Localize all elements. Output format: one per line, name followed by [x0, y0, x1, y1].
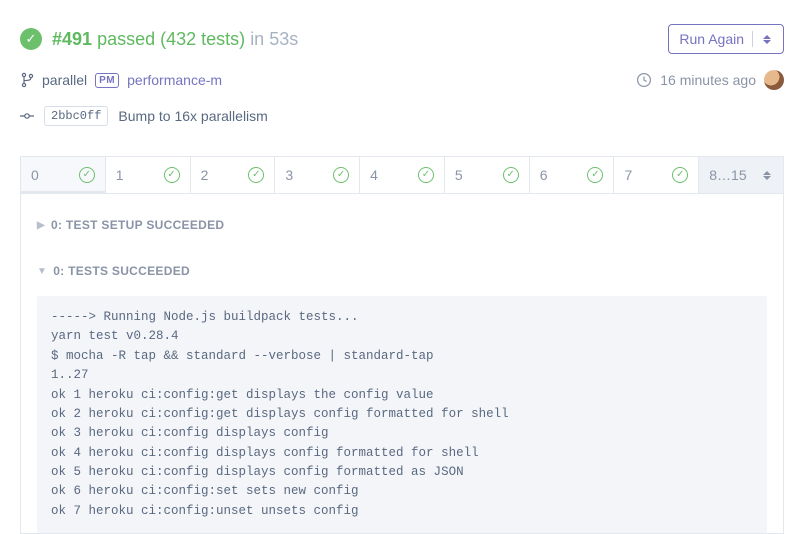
clock-icon	[636, 72, 652, 88]
check-icon: ✓	[164, 167, 180, 183]
build-header: ✓ #491 passed (432 tests) in 53s Run Aga…	[0, 0, 804, 64]
avatar[interactable]	[764, 70, 784, 90]
relative-time: 16 minutes ago	[660, 72, 756, 88]
build-title-group: ✓ #491 passed (432 tests) in 53s	[20, 28, 298, 50]
check-icon: ✓	[503, 167, 519, 183]
branch-name[interactable]: parallel	[42, 72, 87, 88]
run-again-label: Run Again	[679, 31, 744, 47]
node-tabs: 0 ✓ 1 ✓ 2 ✓ 3 ✓ 4 ✓ 5 ✓ 6 ✓ 7 ✓ 8…15	[20, 156, 784, 193]
commit-row: 2bbc0ff Bump to 16x parallelism	[0, 100, 804, 140]
build-in-word: in	[250, 29, 264, 49]
test-log: -----> Running Node.js buildpack tests..…	[37, 296, 767, 533]
check-icon: ✓	[248, 167, 264, 183]
check-icon: ✓	[418, 167, 434, 183]
branch-pipeline-group: parallel PM performance-m	[20, 72, 222, 88]
tab-label: 0	[31, 167, 39, 183]
run-again-button[interactable]: Run Again	[668, 24, 784, 54]
tab-node-0[interactable]: 0 ✓	[21, 157, 106, 193]
pipeline-badge: PM	[95, 73, 119, 88]
button-divider	[752, 31, 753, 47]
tab-node-7[interactable]: 7 ✓	[614, 157, 699, 193]
tab-label: 6	[540, 167, 548, 183]
build-title: #491 passed (432 tests) in 53s	[52, 29, 298, 50]
sort-icon	[761, 170, 773, 181]
tab-node-6[interactable]: 6 ✓	[530, 157, 615, 193]
build-test-count: (432 tests)	[160, 29, 245, 49]
check-circle-icon: ✓	[20, 28, 42, 50]
check-icon: ✓	[672, 167, 688, 183]
check-icon: ✓	[333, 167, 349, 183]
time-avatar-group: 16 minutes ago	[636, 70, 784, 90]
tab-node-2[interactable]: 2 ✓	[191, 157, 276, 193]
results-panel: ▶ 0: TEST SETUP SUCCEEDED ▼ 0: TESTS SUC…	[20, 193, 784, 534]
tab-node-1[interactable]: 1 ✓	[106, 157, 191, 193]
chevron-down-icon: ▼	[37, 266, 47, 277]
check-icon: ✓	[79, 167, 95, 183]
tab-label: 2	[201, 167, 209, 183]
tab-node-4[interactable]: 4 ✓	[360, 157, 445, 193]
commit-message: Bump to 16x parallelism	[118, 108, 267, 124]
build-meta: parallel PM performance-m 16 minutes ago	[0, 64, 804, 100]
dropdown-icon	[761, 34, 773, 45]
tab-label: 7	[624, 167, 632, 183]
check-icon: ✓	[587, 167, 603, 183]
tab-node-5[interactable]: 5 ✓	[445, 157, 530, 193]
tab-label: 3	[285, 167, 293, 183]
section-tests[interactable]: ▼ 0: TESTS SUCCEEDED	[37, 254, 767, 288]
build-duration: 53s	[269, 29, 298, 49]
tab-overflow[interactable]: 8…15	[699, 157, 783, 193]
pipeline-link[interactable]: performance-m	[127, 72, 222, 88]
section-setup-label: 0: TEST SETUP SUCCEEDED	[51, 218, 224, 232]
build-status-word: passed	[97, 29, 155, 49]
commit-sha[interactable]: 2bbc0ff	[44, 106, 108, 126]
tab-node-3[interactable]: 3 ✓	[275, 157, 360, 193]
tab-label: 4	[370, 167, 378, 183]
chevron-right-icon: ▶	[37, 220, 45, 231]
git-branch-icon	[20, 72, 34, 88]
section-tests-label: 0: TESTS SUCCEEDED	[53, 264, 190, 278]
tab-label: 5	[455, 167, 463, 183]
build-number[interactable]: #491	[52, 29, 92, 49]
section-setup[interactable]: ▶ 0: TEST SETUP SUCCEEDED	[37, 208, 767, 242]
tab-label: 1	[116, 167, 124, 183]
tab-overflow-label: 8…15	[709, 167, 746, 183]
commit-icon	[20, 109, 34, 123]
